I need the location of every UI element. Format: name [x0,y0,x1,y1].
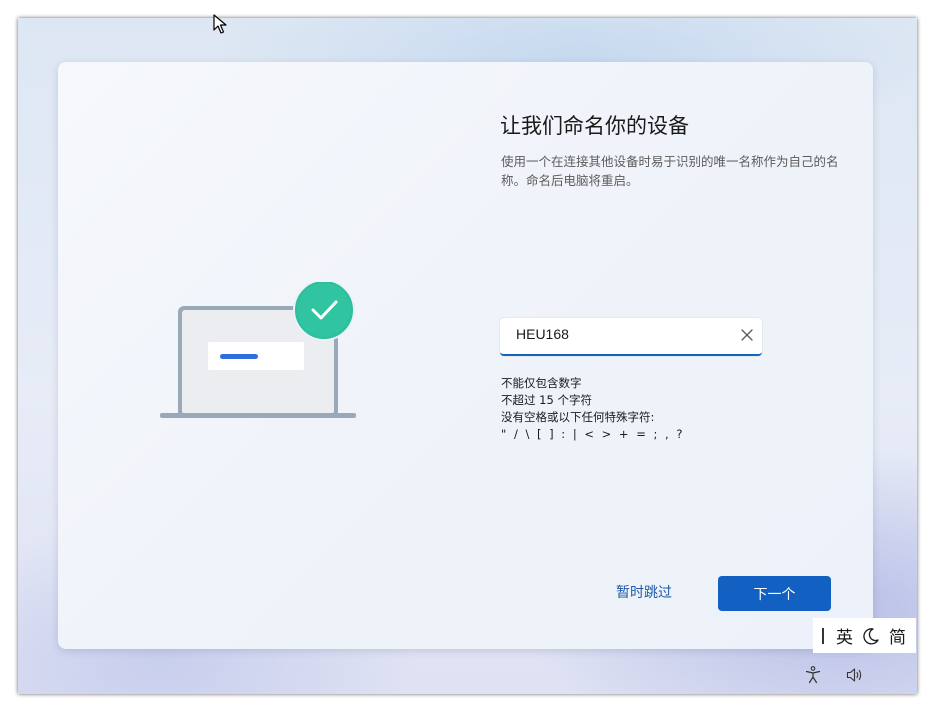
device-name-field[interactable] [500,318,762,356]
device-name-input[interactable] [516,326,716,342]
checkmark-icon [293,282,355,341]
ime-language-toggle[interactable]: 英 [836,623,853,648]
rule-max-length: 不超过 15 个字符 [501,393,592,407]
rule-no-only-digits: 不能仅包含数字 [501,376,582,390]
oobe-screen: 让我们命名你的设备 使用一个在连接其他设备时易于识别的唯一名称作为自己的名称。命… [18,14,917,694]
laptop-checkmark-illustration [160,282,356,418]
skip-button[interactable]: 暂时跳过 [616,582,672,602]
moon-icon[interactable] [862,627,880,645]
rule-no-special-chars: 没有空格或以下任何特殊字符: [501,410,655,424]
page-description: 使用一个在连接其他设备时易于识别的唯一名称作为自己的名称。命名后电脑将重启。 [501,154,839,188]
ime-mode-toggle[interactable]: 简 [889,623,906,648]
ime-toolbar: 英 简 [813,618,916,653]
name-rules: 不能仅包含数字 不超过 15 个字符 没有空格或以下任何特殊字符: " / \ … [501,375,684,443]
close-icon[interactable] [740,328,754,342]
mouse-pointer-icon [213,14,227,34]
setup-card: 让我们命名你的设备 使用一个在连接其他设备时易于识别的唯一名称作为自己的名称。命… [58,62,873,649]
rule-forbidden-chars: " / \ [ ] : | < > + = ; , ? [501,427,685,441]
page-title: 让我们命名你的设备 [500,114,689,138]
volume-icon[interactable] [846,667,864,683]
accessibility-icon[interactable] [805,666,821,684]
next-button[interactable]: 下一个 [718,576,831,611]
ime-handle[interactable] [822,627,824,644]
